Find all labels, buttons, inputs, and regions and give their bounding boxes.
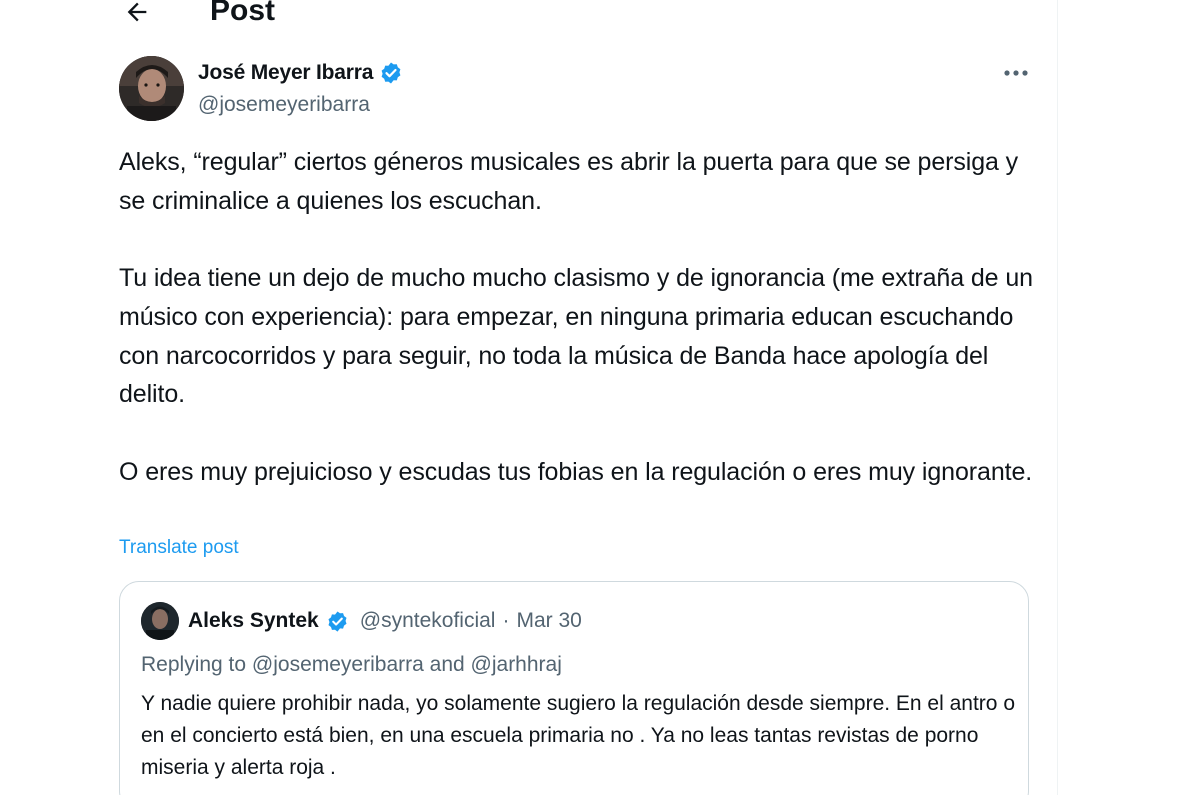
quoted-author-avatar [141,602,179,640]
post-paragraph: Tu idea tiene un dejo de mucho mucho cla… [119,264,1033,409]
author-avatar-image [119,56,184,121]
replying-to-line: Replying to @josemeyeribarra and @jarhhr… [141,651,562,679]
quoted-post-text: Y nadie quiere prohibir nada, yo solamen… [141,692,1015,779]
post-paragraph: O eres muy prejuicioso y escudas tus fob… [119,457,1033,486]
dot-separator: · [502,609,510,632]
author-avatar[interactable] [119,56,184,121]
post-page: Post José Meyer Ibarra @josemeyeribarra [0,0,1200,795]
replying-prefix: Replying to [141,653,247,676]
author-handle[interactable]: @josemeyeribarra [198,92,370,118]
replying-mention-2: @jarhhraj [470,653,562,676]
column-divider [1057,0,1058,795]
replying-mention-1: @josemeyeribarra [251,653,424,676]
more-options-button[interactable] [999,60,1033,86]
quoted-author-avatar-image [141,602,179,640]
post-text: Aleks, “regular” ciertos géneros musical… [119,143,1039,530]
quoted-post-card[interactable]: Aleks Syntek @syntekoficial · Mar 30 Rep… [119,581,1029,795]
more-horizontal-icon [1004,70,1028,76]
quoted-author-handle: @syntekoficial [359,609,496,632]
arrow-left-icon [127,2,147,22]
back-button[interactable] [119,0,155,30]
page-title: Post [210,0,276,27]
author-name-row: José Meyer Ibarra [198,60,403,86]
replying-and: and [429,653,465,676]
quoted-post-date: Mar 30 [516,609,582,632]
post-author: José Meyer Ibarra @josemeyeribarra [119,56,1039,122]
author-name[interactable]: José Meyer Ibarra [198,60,373,86]
translate-post-link[interactable]: Translate post [119,536,239,560]
quoted-author-name: Aleks Syntek [188,609,319,632]
quoted-post-header: Aleks Syntek @syntekoficial · Mar 30 [141,602,582,640]
verified-badge-icon [381,62,401,84]
verified-badge-icon [328,610,347,632]
post-header: Post [0,0,1057,40]
post-paragraph: Aleks, “regular” ciertos géneros musical… [119,148,1019,215]
